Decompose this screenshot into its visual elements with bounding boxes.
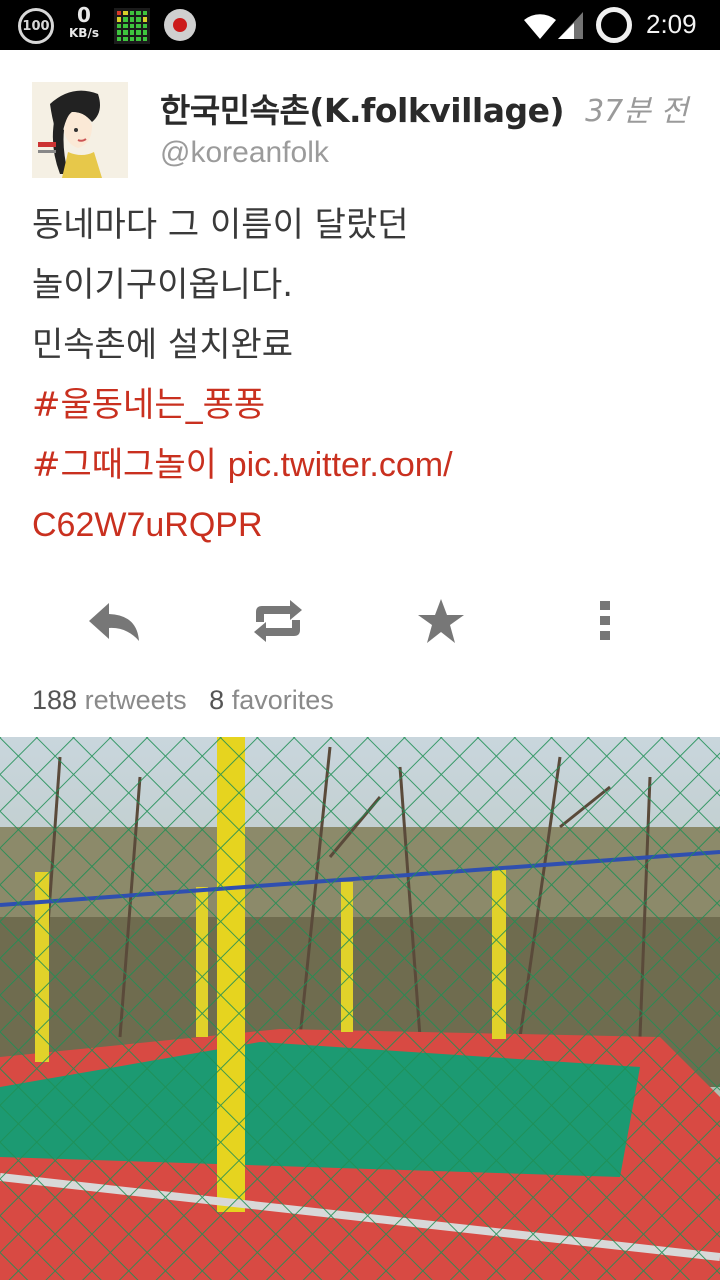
retweet-button[interactable] (238, 585, 318, 657)
favorite-star-icon (418, 599, 464, 643)
tweet-text-line: 동네마다 그 이름이 달랐던 (32, 205, 409, 245)
tweet-stats: 188 retweets 8 favorites (32, 685, 334, 716)
reply-button[interactable] (74, 585, 154, 657)
tweet-text: 동네마다 그 이름이 달랐던 놀이기구이옵니다. 민속촌에 설치완료 #울동네는… (32, 195, 692, 555)
reply-icon (89, 603, 139, 641)
status-bar: 100 0 KB/s 2:09 (0, 0, 720, 50)
user-handle[interactable]: @koreanfolk (160, 136, 329, 170)
more-button[interactable] (565, 585, 645, 657)
tweet-photo[interactable] (0, 737, 720, 1280)
network-speed: 0 KB/s (64, 4, 104, 46)
sync-ring-icon (596, 7, 632, 43)
pic-link-continued[interactable]: C62W7uRQPR (32, 495, 692, 555)
favorites-count[interactable]: 8 (209, 685, 224, 715)
tweet-actions (0, 585, 720, 665)
cell-signal-icon (558, 12, 583, 39)
tweet-timestamp: 37분 전 (585, 94, 688, 129)
favorite-button[interactable] (401, 585, 481, 657)
retweet-icon (254, 600, 302, 642)
favorites-label[interactable]: favorites (232, 685, 334, 715)
wifi-icon (524, 14, 556, 40)
network-speed-value: 0 (77, 3, 91, 27)
tweet-text-line: 민속촌에 설치완료 (32, 325, 294, 365)
user-name[interactable]: 한국민속촌(K.folkvillage) (160, 84, 565, 132)
battery-badge-icon: 100 (18, 8, 54, 44)
avatar[interactable] (32, 82, 128, 178)
more-vertical-icon (600, 601, 610, 640)
pic-link[interactable]: pic.twitter.com/ (228, 446, 453, 484)
record-icon (164, 9, 196, 41)
hashtag-link[interactable]: #울동네는_퐁퐁 (32, 375, 692, 435)
tweet-text-line: 놀이기구이옵니다. (32, 265, 294, 305)
avatar-illustration-icon (32, 82, 128, 178)
network-speed-unit: KB/s (69, 26, 99, 40)
retweets-count[interactable]: 188 (32, 685, 77, 715)
equalizer-icon (114, 8, 150, 44)
retweets-label[interactable]: retweets (85, 685, 187, 715)
trampoline-photo (0, 737, 720, 1280)
status-time: 2:09 (646, 9, 697, 39)
hashtag-link[interactable]: #그때그놀이 (32, 445, 217, 485)
